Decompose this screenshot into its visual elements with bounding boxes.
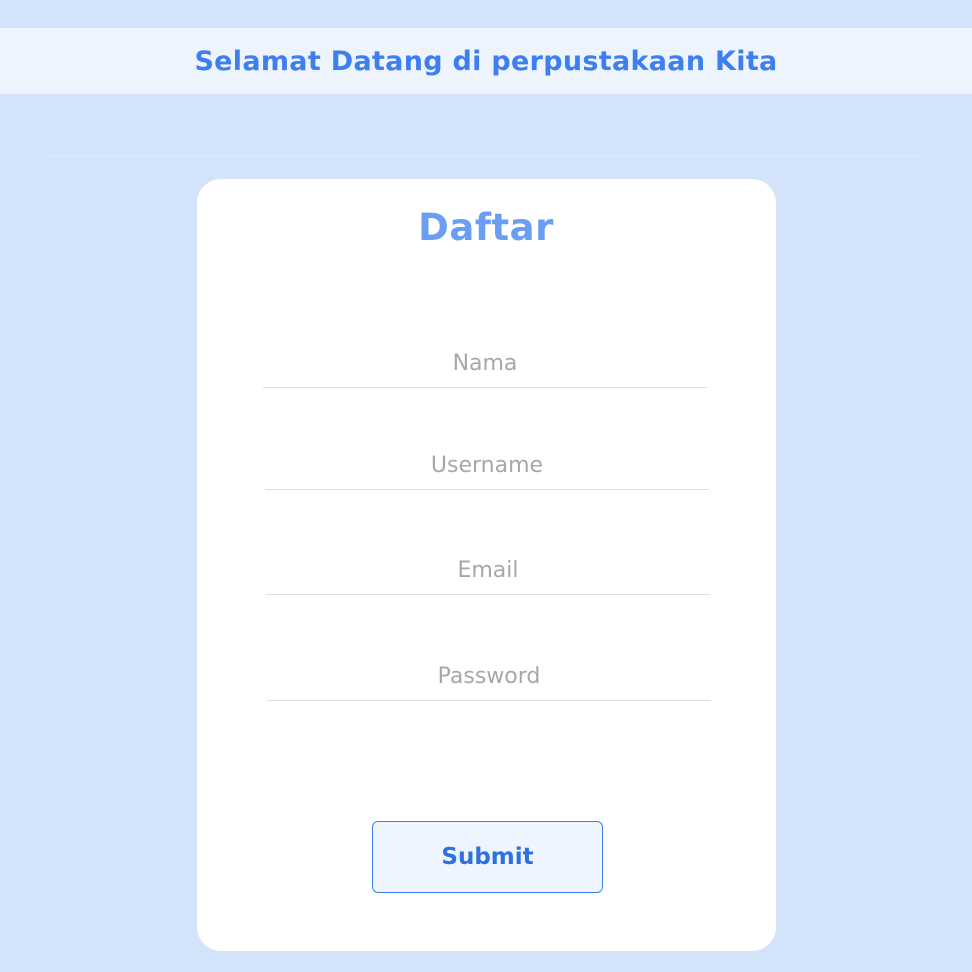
form-heading: Daftar: [418, 206, 554, 249]
welcome-banner: Selamat Datang di perpustakaan Kita: [0, 28, 972, 94]
divider: [48, 155, 922, 156]
welcome-title: Selamat Datang di perpustakaan Kita: [194, 45, 778, 77]
username-input[interactable]: [265, 442, 709, 490]
password-input[interactable]: [267, 653, 711, 701]
email-input[interactable]: [266, 547, 710, 595]
nama-input[interactable]: [263, 340, 707, 388]
submit-button[interactable]: Submit: [372, 821, 603, 893]
